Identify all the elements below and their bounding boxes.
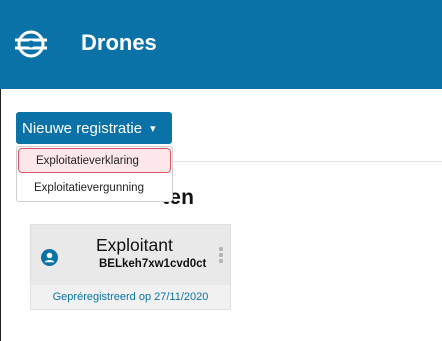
user-avatar-icon [41,249,58,266]
caret-down-icon: ▾ [150,122,156,135]
new-registration-label: Nieuwe registratie [22,119,143,137]
new-registration-button[interactable]: Nieuwe registratie ▾ [16,112,172,144]
card-header: Exploitant BELkeh7xw1cvd0ct [31,225,230,285]
registration-dropdown-menu: Exploitatieverklaring Exploitatievergunn… [16,146,173,202]
more-vertical-icon[interactable] [218,247,224,265]
header-bar: Drones [0,0,442,89]
app-title: Drones [81,30,157,55]
certificate-card[interactable]: Exploitant BELkeh7xw1cvd0ct Gepréregistr… [30,224,231,310]
card-status: Gepréregistreerd op 27/11/2020 [31,285,230,309]
card-registration-id: BELkeh7xw1cvd0ct [99,258,207,270]
menu-item-label: Exploitatievergunning [34,182,144,194]
menu-item-exploitatievergunning[interactable]: Exploitatievergunning [17,175,172,201]
menu-item-exploitatieverklaring[interactable]: Exploitatieverklaring [18,148,171,173]
menu-item-label: Exploitatieverklaring [36,154,139,167]
section-divider [172,161,442,162]
drone-agency-logo-icon[interactable] [13,26,49,62]
card-role: Exploitant [96,235,173,255]
